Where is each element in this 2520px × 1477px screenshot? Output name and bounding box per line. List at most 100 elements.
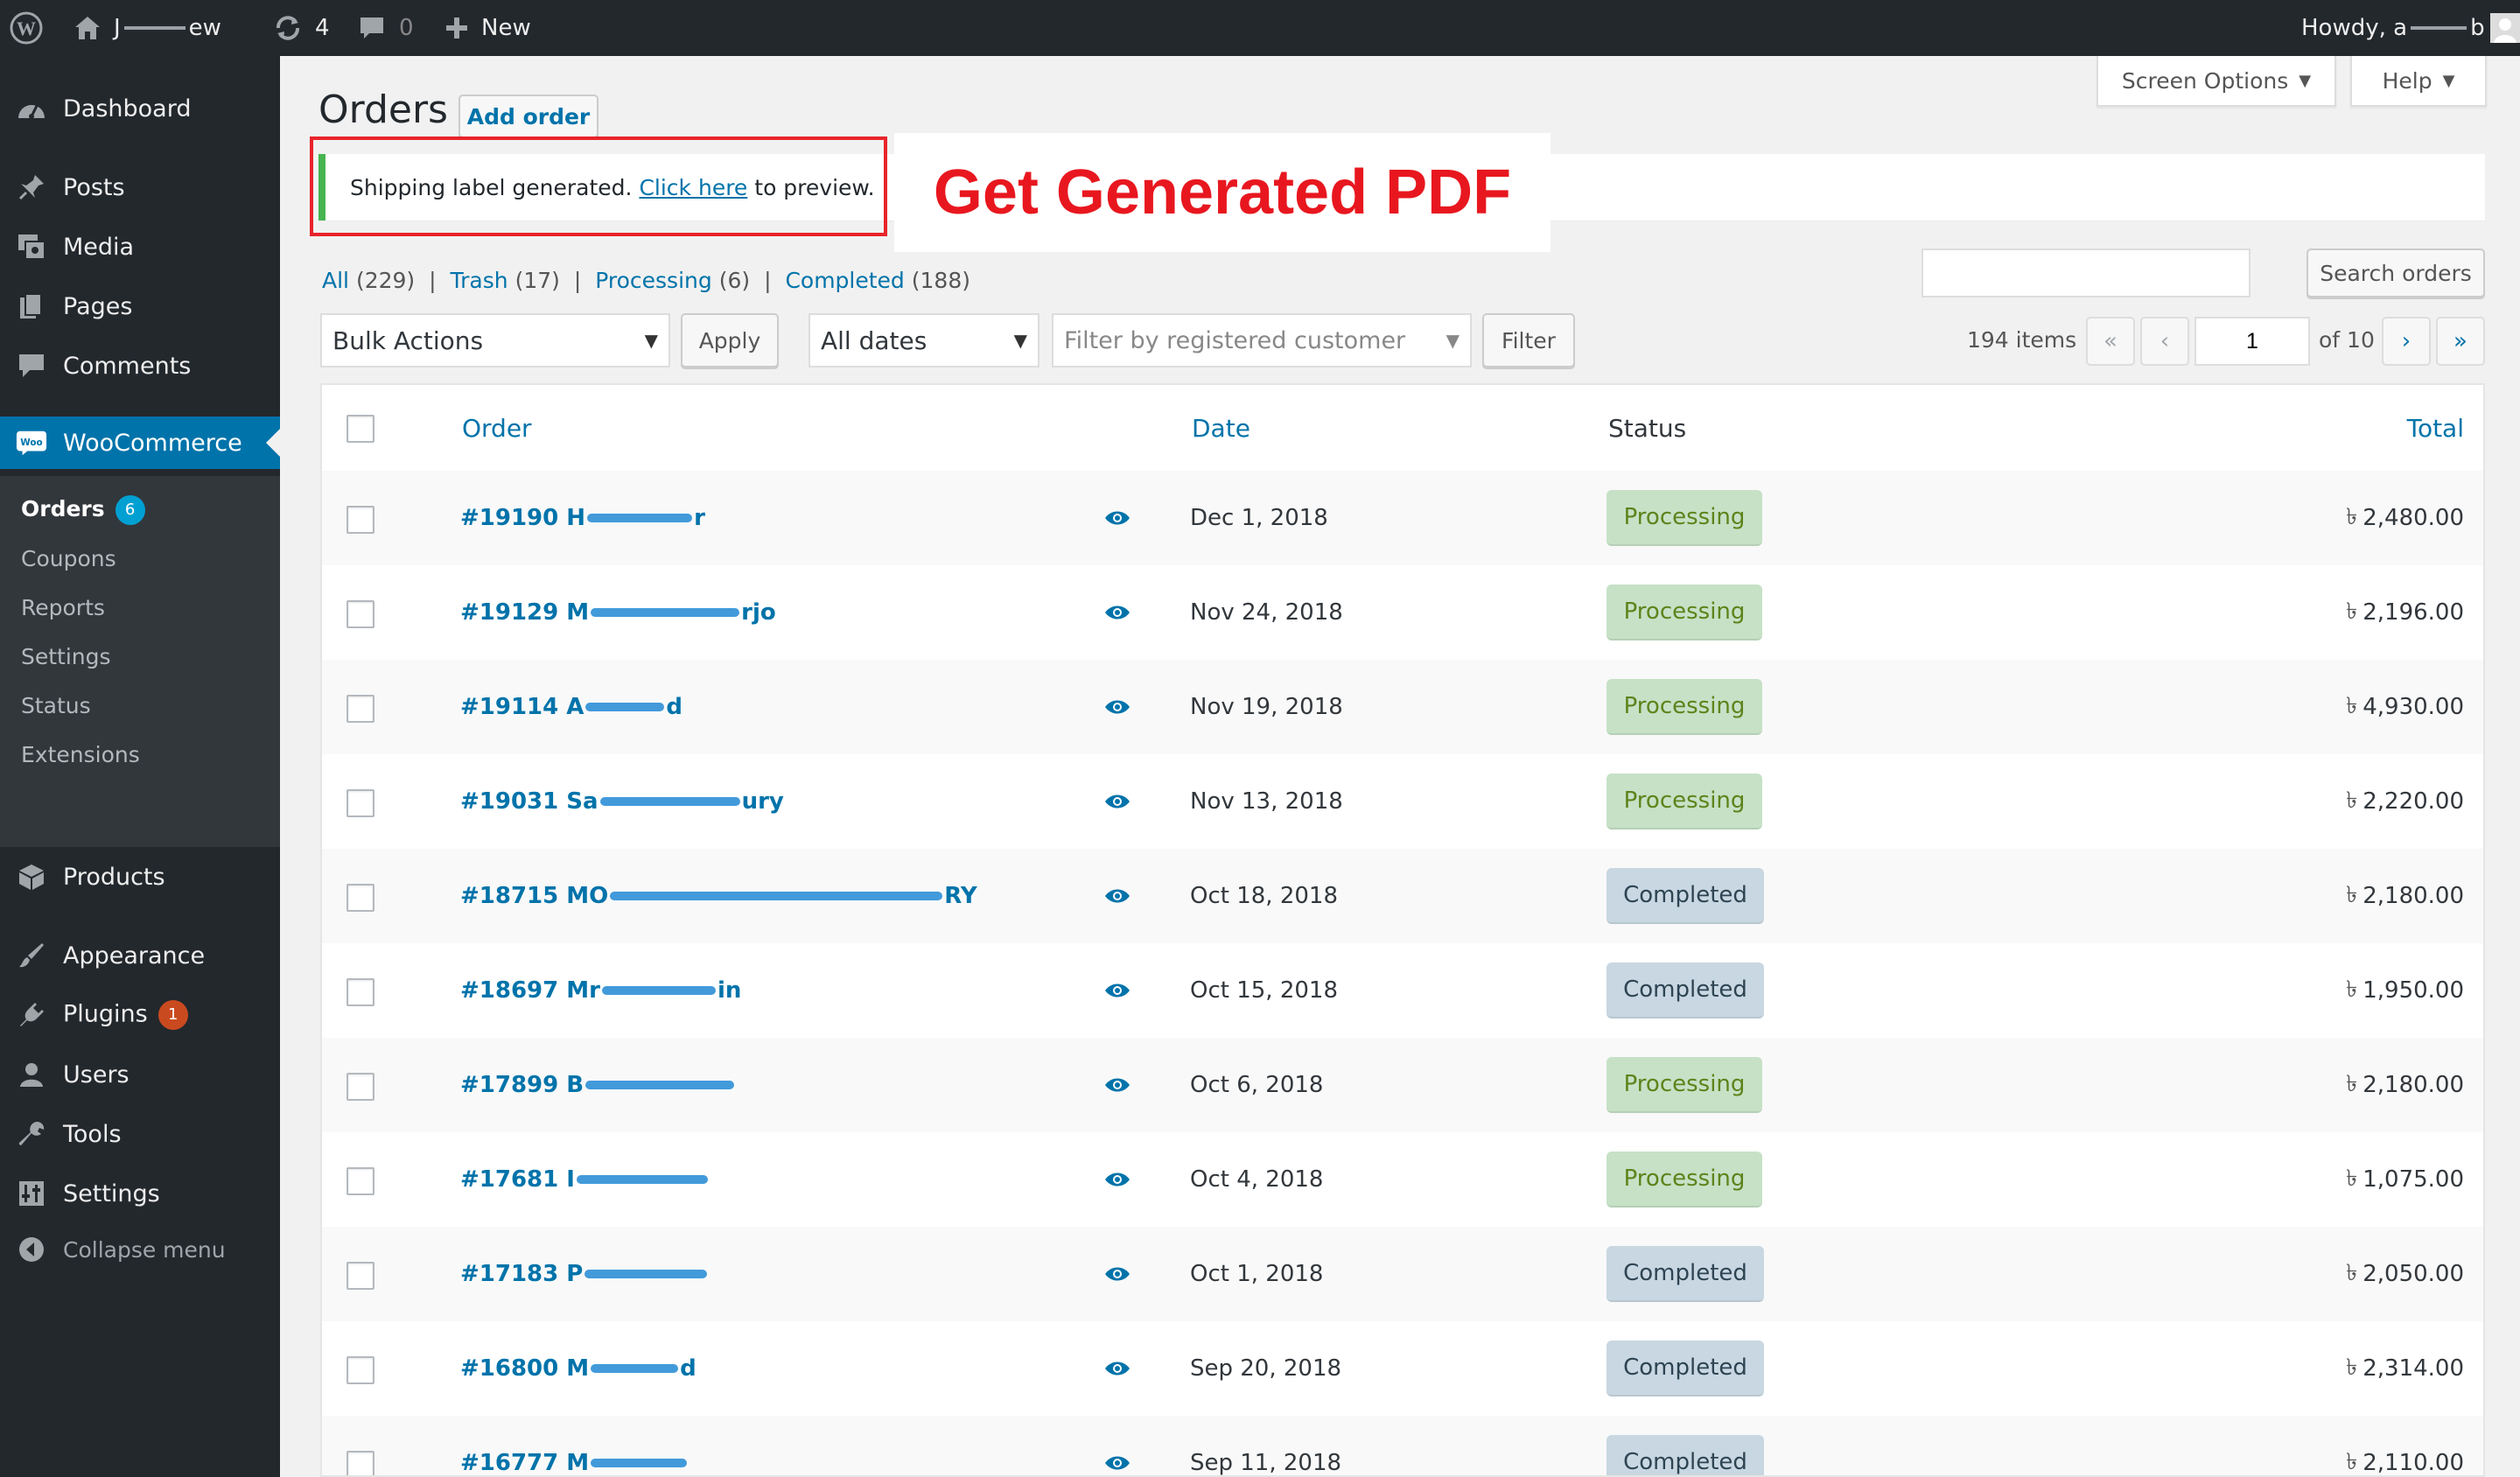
row-checkbox[interactable]	[346, 1356, 374, 1384]
menu-posts[interactable]: Posts	[0, 161, 280, 214]
preview-eye-icon[interactable]	[1104, 509, 1130, 527]
status-badge: Processing	[1606, 1152, 1762, 1208]
menu-dashboard[interactable]: Dashboard	[0, 82, 280, 135]
order-link[interactable]: #18697 Mr in	[460, 943, 741, 1038]
row-checkbox[interactable]	[346, 600, 374, 628]
add-order-button[interactable]: Add order	[458, 94, 598, 138]
plus-icon	[444, 16, 469, 40]
menu-products[interactable]: Products	[0, 850, 280, 903]
submenu-orders[interactable]: Orders 6	[21, 495, 145, 525]
my-account-link[interactable]: Howdy, a b	[2301, 0, 2520, 56]
site-name-link[interactable]: J ew	[74, 0, 221, 56]
customer-filter-select[interactable]: Filter by registered customer ▼	[1052, 313, 1472, 368]
screen-options-button[interactable]: Screen Options ▼	[2096, 56, 2336, 107]
apply-button[interactable]: Apply	[681, 313, 779, 368]
menu-plugins[interactable]: Plugins 1	[0, 989, 280, 1041]
column-status: Status	[1608, 413, 1687, 443]
preview-eye-icon[interactable]	[1104, 604, 1130, 621]
currency-symbol: ৳	[2346, 1071, 2358, 1097]
order-link[interactable]: #17183 P	[460, 1227, 709, 1321]
view-processing-link[interactable]: Processing	[595, 268, 712, 293]
preview-eye-icon[interactable]	[1104, 793, 1130, 810]
menu-comments[interactable]: Comments	[0, 340, 280, 392]
order-link[interactable]: #18715 MO RY	[460, 849, 977, 943]
row-checkbox[interactable]	[346, 1262, 374, 1290]
new-content-link[interactable]: New	[444, 0, 531, 56]
row-checkbox[interactable]	[346, 506, 374, 534]
box-icon	[16, 861, 47, 892]
status-badge: Processing	[1606, 490, 1762, 546]
comments-link[interactable]: 0	[359, 0, 414, 56]
wordpress-logo-icon[interactable]: W	[9, 0, 51, 56]
row-checkbox[interactable]	[346, 978, 374, 1006]
row-checkbox[interactable]	[346, 1451, 374, 1475]
order-link[interactable]: #17899 B	[460, 1038, 736, 1132]
submenu-reports[interactable]: Reports	[21, 595, 105, 620]
menu-tools[interactable]: Tools	[0, 1108, 280, 1160]
last-page-button[interactable]: »	[2436, 317, 2485, 366]
order-link[interactable]: #16777 M	[460, 1416, 689, 1475]
redaction	[584, 1270, 708, 1278]
bulk-actions-select[interactable]: Bulk Actions ▼	[320, 313, 670, 368]
order-total: ৳ 2,110.00	[2346, 1416, 2464, 1475]
select-all-checkbox[interactable]	[346, 415, 374, 443]
prev-page-button: ‹	[2140, 317, 2189, 366]
currency-symbol: ৳	[2346, 598, 2358, 625]
submenu-extensions[interactable]: Extensions	[21, 742, 140, 767]
howdy-text: Howdy, a	[2301, 15, 2408, 41]
order-date: Oct 4, 2018	[1190, 1166, 1324, 1193]
menu-woocommerce[interactable]: Woo WooCommerce	[0, 416, 280, 469]
preview-eye-icon[interactable]	[1104, 887, 1130, 905]
order-link[interactable]: #19129 Mrjo	[460, 565, 776, 660]
table-row: #18697 Mr in Oct 15, 2018 Completed ৳ 1,950.0…	[322, 943, 2483, 1038]
row-checkbox[interactable]	[346, 695, 374, 723]
submenu-settings[interactable]: Settings	[21, 644, 111, 669]
table-row: #19190 Hr Dec 1, 2018 Processing ৳ 2,480.00	[322, 471, 2483, 565]
collapse-menu-button[interactable]: Collapse menu	[0, 1223, 280, 1276]
menu-appearance[interactable]: Appearance	[0, 929, 280, 982]
help-button[interactable]: Help ▼	[2350, 56, 2487, 107]
next-page-button[interactable]: ›	[2382, 317, 2431, 366]
order-date: Oct 1, 2018	[1190, 1261, 1324, 1287]
row-checkbox[interactable]	[346, 1073, 374, 1101]
menu-pages[interactable]: Pages	[0, 280, 280, 332]
row-checkbox[interactable]	[346, 1167, 374, 1195]
preview-eye-icon[interactable]	[1104, 1265, 1130, 1283]
user-icon	[16, 1059, 47, 1090]
status-badge: Completed	[1606, 868, 1764, 924]
search-orders-button[interactable]: Search orders	[2306, 248, 2485, 298]
view-all-link[interactable]: All	[322, 268, 349, 293]
column-date-sort[interactable]: Date	[1192, 385, 1250, 471]
preview-eye-icon[interactable]	[1104, 982, 1130, 999]
wrench-icon	[16, 1118, 47, 1150]
order-link[interactable]: #19114 Ad	[460, 660, 682, 754]
preview-eye-icon[interactable]	[1104, 1454, 1130, 1472]
submenu-status[interactable]: Status	[21, 693, 91, 718]
order-link[interactable]: #19031 Sa ury	[460, 754, 784, 849]
preview-eye-icon[interactable]	[1104, 1171, 1130, 1188]
status-badge: Processing	[1606, 774, 1762, 830]
column-order-sort[interactable]: Order	[462, 385, 532, 471]
row-checkbox[interactable]	[346, 884, 374, 912]
menu-settings[interactable]: Settings	[0, 1167, 280, 1220]
table-header: Order Date Status Total	[322, 385, 2483, 472]
view-completed-link[interactable]: Completed	[785, 268, 904, 293]
menu-media[interactable]: Media	[0, 220, 280, 273]
row-checkbox[interactable]	[346, 789, 374, 817]
updates-link[interactable]: 4	[273, 0, 330, 56]
order-link[interactable]: #16800 Md	[460, 1321, 696, 1416]
preview-eye-icon[interactable]	[1104, 1360, 1130, 1377]
status-badge: Completed	[1606, 962, 1764, 1018]
view-trash-link[interactable]: Trash	[451, 268, 508, 293]
search-orders-input[interactable]	[1922, 248, 2250, 298]
order-link[interactable]: #17681 I	[460, 1132, 710, 1227]
current-page-input[interactable]	[2194, 317, 2310, 366]
filter-button[interactable]: Filter	[1482, 313, 1575, 368]
column-total-sort[interactable]: Total	[2407, 385, 2464, 471]
order-link[interactable]: #19190 Hr	[460, 471, 705, 565]
preview-eye-icon[interactable]	[1104, 698, 1130, 716]
submenu-coupons[interactable]: Coupons	[21, 546, 116, 571]
menu-users[interactable]: Users	[0, 1048, 280, 1101]
preview-eye-icon[interactable]	[1104, 1076, 1130, 1094]
date-filter-select[interactable]: All dates ▼	[808, 313, 1040, 368]
